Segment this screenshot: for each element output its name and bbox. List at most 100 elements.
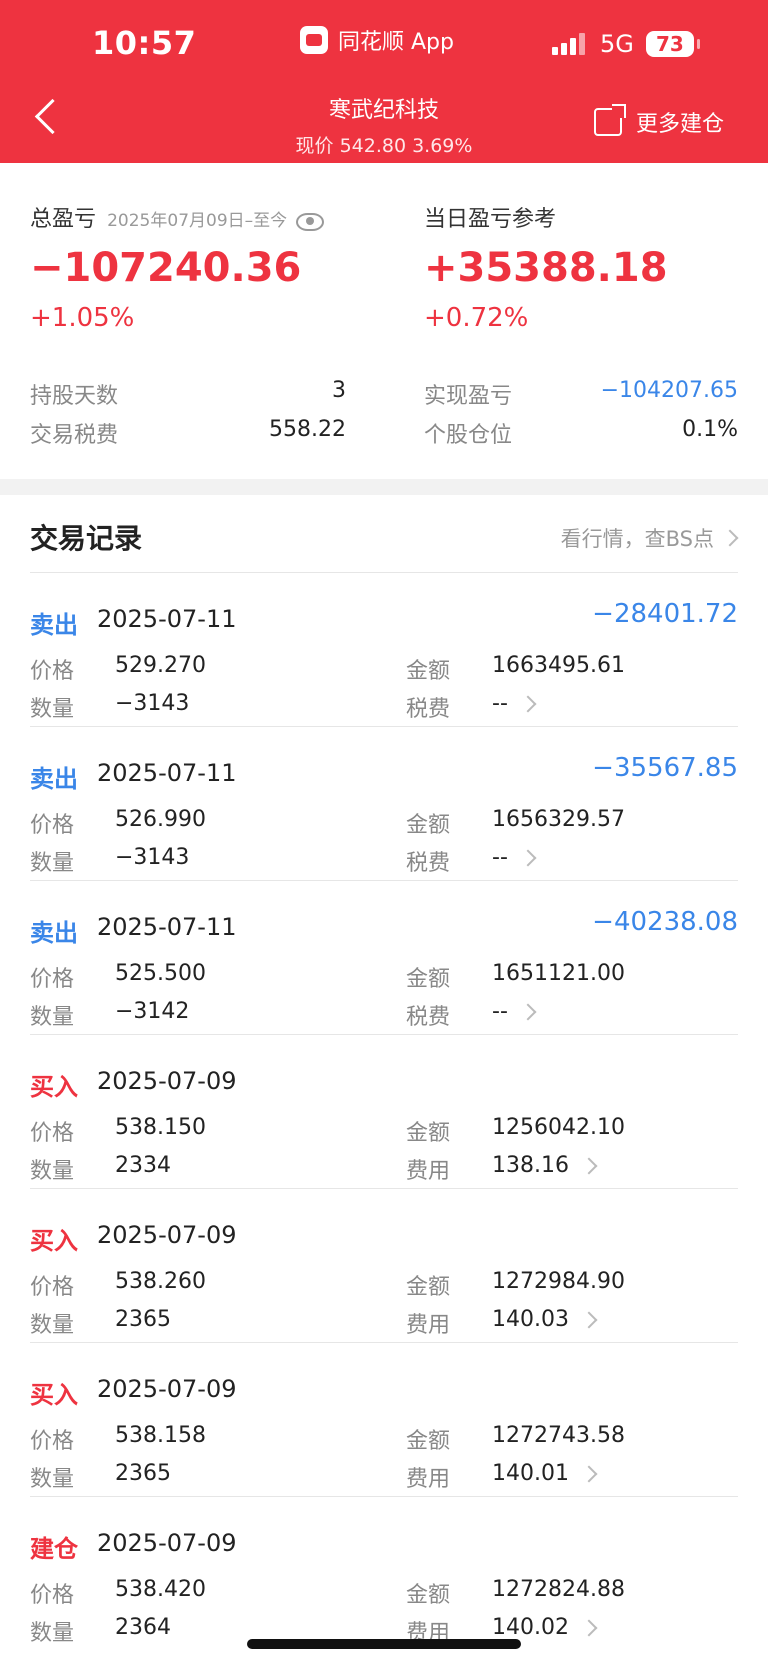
amount-label: 金额 [406,1121,451,1146]
total-pl-value: −107240.36 [30,245,302,291]
daily-pl-label: 当日盈亏参考 [424,207,557,232]
fee-value: -- [492,999,508,1024]
qty-label: 数量 [30,1467,75,1492]
qty-value: 2365 [115,1307,171,1332]
price-value: 538.158 [115,1423,206,1448]
qty-label: 数量 [30,1005,75,1030]
qty-label: 数量 [30,851,75,876]
fee-detail[interactable]: 140.02 [492,1615,598,1640]
trade-record-item[interactable]: 买入 2025-07-09 价格 538.260 数量 2365 金额 1272984.90 费… [0,1189,768,1343]
fee-detail[interactable]: -- [492,691,537,716]
fee-label: 税费 [406,697,451,722]
app-header: 10:57 同花顺 App 5G 73 寒武纪科技 现价 542.80 3.69… [0,0,768,163]
fee-detail[interactable]: 140.01 [492,1461,598,1486]
fee-detail[interactable]: 138.16 [492,1153,598,1178]
fee-value: 140.01 [492,1461,569,1486]
total-date-range: 2025年07月09日–至今 [107,211,288,231]
app-icon [300,26,328,54]
amount-value: 1256042.10 [492,1115,625,1140]
trade-type: 买入 [30,1227,78,1255]
price-value: 529.270 [115,653,206,678]
amount-value: 1656329.57 [492,807,625,832]
trade-type: 卖出 [30,919,78,947]
total-pl-label: 总盈亏 [30,207,97,232]
amount-label: 金额 [406,1275,451,1300]
trade-record-item[interactable]: 买入 2025-07-09 价格 538.150 数量 2334 金额 1256042.10 费… [0,1035,768,1189]
trade-record-item[interactable]: 建仓 2025-07-09 价格 538.420 数量 2364 金额 1272824.88 费… [0,1497,768,1651]
signal-icon [552,33,588,55]
chevron-right-icon [580,1465,598,1483]
price-value: 538.150 [115,1115,206,1140]
summary-panel: 总盈亏 2025年07月09日–至今 −107240.36 +1.05% 持股天… [0,163,768,479]
trade-record-item[interactable]: 卖出 2025-07-11 −40238.08 价格 525.500 数量 −3142 金额 1… [0,881,768,1035]
battery-icon: 73 [645,31,700,57]
chevron-right-icon [519,1003,537,1021]
fee-detail[interactable]: 140.03 [492,1307,598,1332]
qty-label: 数量 [30,1159,75,1184]
fee-label: 费用 [406,1467,451,1492]
chevron-right-icon [721,529,739,547]
trade-date: 2025-07-11 [97,759,237,787]
trade-date: 2025-07-09 [97,1375,237,1403]
kv-label: 持股天数 [30,384,119,409]
qty-label: 数量 [30,1621,75,1646]
fee-value: 138.16 [492,1153,569,1178]
kv-label: 实现盈亏 [424,384,513,409]
trade-type: 卖出 [30,611,78,639]
price-label: 价格 [30,813,75,838]
trade-pl: −40238.08 [592,907,738,937]
fee-label: 费用 [406,1159,451,1184]
kv-value: 0.1% [682,417,738,442]
amount-label: 金额 [406,813,451,838]
qty-label: 数量 [30,1313,75,1338]
price-label: 价格 [30,1429,75,1454]
more-position-button[interactable]: 更多建仓 [594,104,724,138]
trade-record-item[interactable]: 卖出 2025-07-11 −35567.85 价格 526.990 数量 −3143 金额 1… [0,727,768,881]
amount-value: 1651121.00 [492,961,625,986]
qty-value: 2365 [115,1461,171,1486]
trade-record-item[interactable]: 卖出 2025-07-11 −28401.72 价格 529.270 数量 −3143 金额 1… [0,573,768,727]
home-indicator[interactable] [247,1639,521,1649]
fee-value: 140.02 [492,1615,569,1640]
fee-detail[interactable]: -- [492,999,537,1024]
daily-pl-value: +35388.18 [424,245,668,291]
chevron-right-icon [519,695,537,713]
amount-label: 金额 [406,1583,451,1608]
status-app-label: 同花顺 App [338,30,454,55]
kv-label: 交易税费 [30,423,119,448]
price-value: 538.420 [115,1577,206,1602]
view-bs-points-link[interactable]: 看行情，查BS点 [561,523,739,553]
eye-icon[interactable] [296,212,325,231]
chevron-right-icon [580,1157,598,1175]
trade-record-item[interactable]: 买入 2025-07-09 价格 538.158 数量 2365 金额 1272743.58 费… [0,1343,768,1497]
qty-label: 数量 [30,697,75,722]
status-right: 5G 73 [552,30,700,58]
qty-value: −3143 [115,691,190,716]
fee-value: 140.03 [492,1307,569,1332]
kv-value: 3 [332,378,346,403]
fee-value: -- [492,691,508,716]
chevron-right-icon [580,1311,598,1329]
price-label: 价格 [30,967,75,992]
price-value: 526.990 [115,807,206,832]
fee-detail[interactable]: -- [492,845,537,870]
amount-label: 金额 [406,659,451,684]
qty-value: −3143 [115,845,190,870]
trade-date: 2025-07-09 [97,1529,237,1557]
price-label: 价格 [30,659,75,684]
amount-value: 1272743.58 [492,1423,625,1448]
amount-value: 1272824.88 [492,1577,625,1602]
qty-value: −3142 [115,999,190,1024]
daily-pl-pct: +0.72% [424,303,529,333]
chevron-right-icon [580,1619,598,1637]
network-label: 5G [600,30,634,58]
amount-label: 金额 [406,1429,451,1454]
status-app-indicator[interactable]: 同花顺 App [300,24,454,56]
fee-value: -- [492,845,508,870]
total-pl-pct: +1.05% [30,303,135,333]
amount-value: 1272984.90 [492,1269,625,1294]
trade-type: 买入 [30,1073,78,1101]
trade-type: 建仓 [30,1535,78,1563]
trade-type: 买入 [30,1381,78,1409]
trade-type: 卖出 [30,765,78,793]
